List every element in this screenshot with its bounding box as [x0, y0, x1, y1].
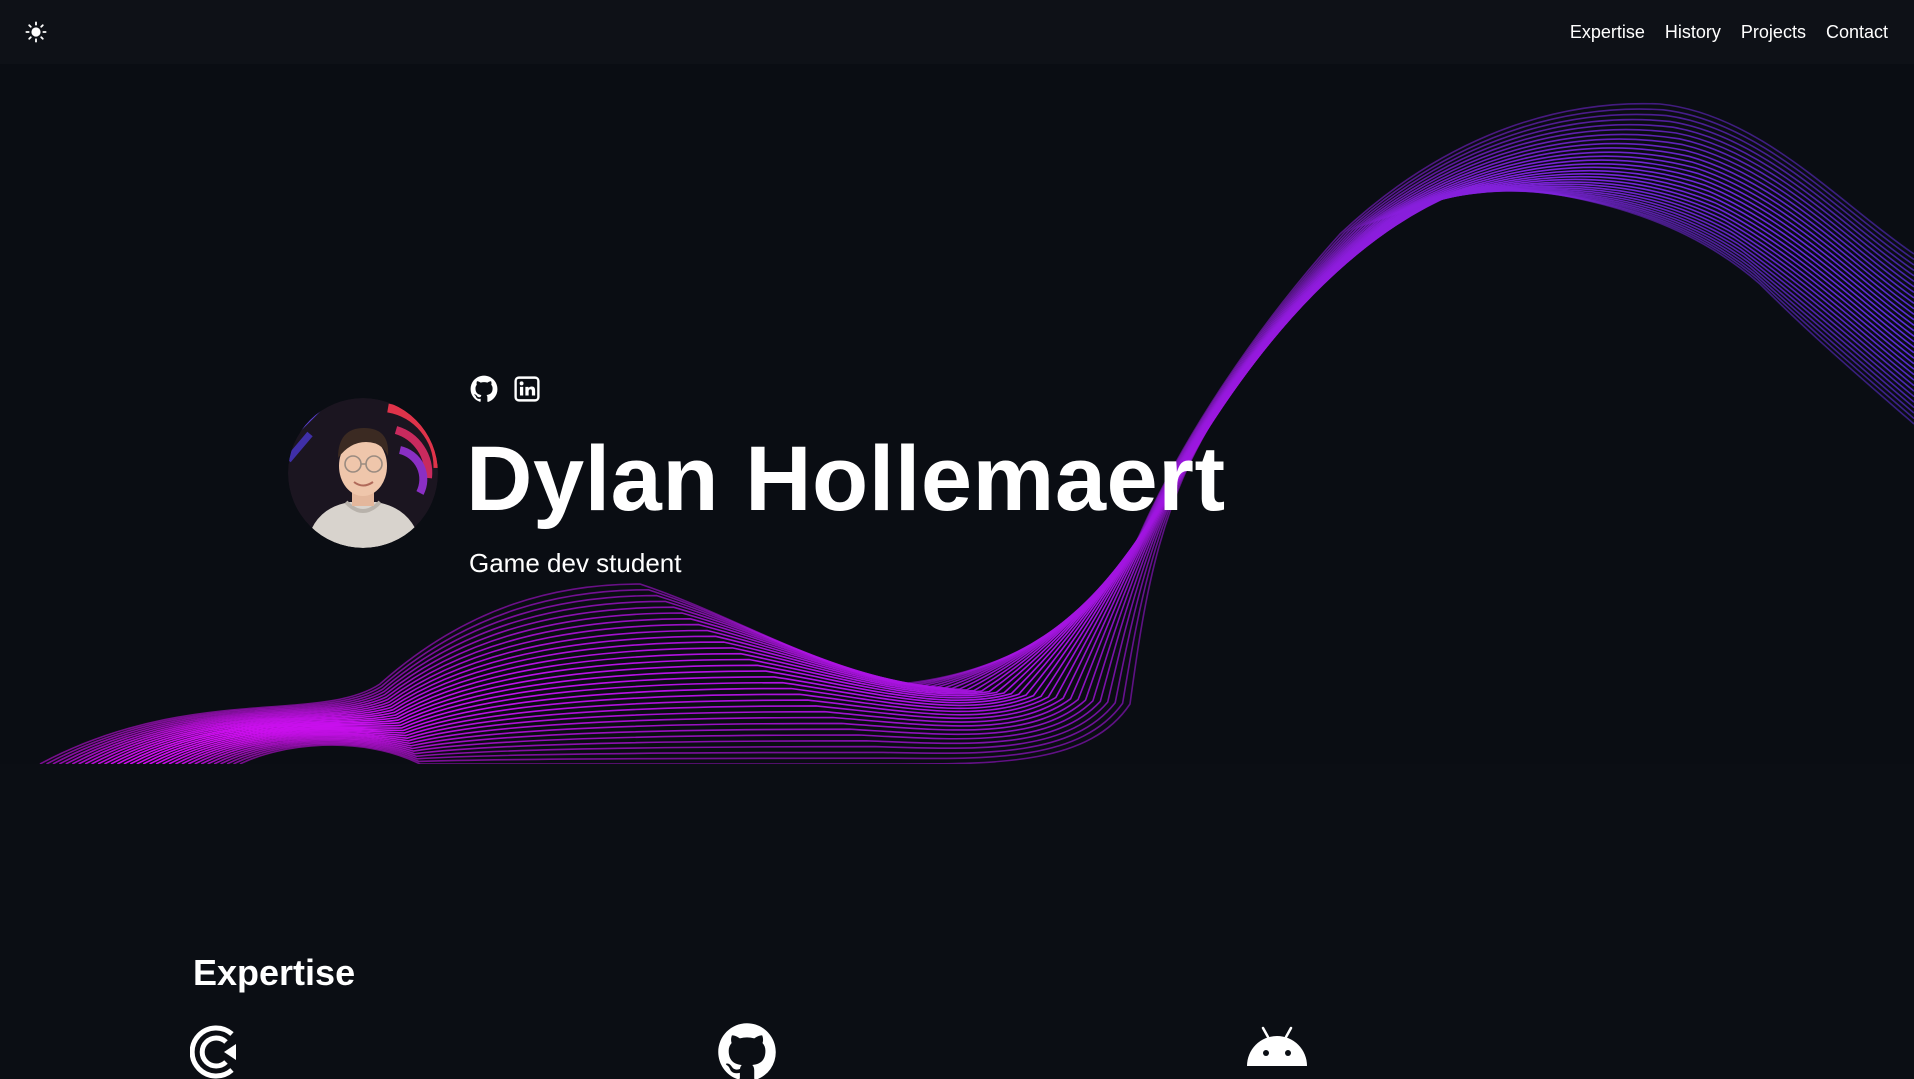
hero-name: Dylan Hollemaert [466, 428, 1226, 530]
nav-link-history[interactable]: History [1665, 20, 1721, 45]
github-icon [470, 375, 498, 402]
profile-avatar [288, 398, 438, 548]
theme-toggle-button[interactable] [18, 14, 54, 50]
top-navbar: Expertise History Projects Contact [0, 0, 1914, 64]
nav-link-contact[interactable]: Contact [1826, 20, 1888, 45]
linkedin-link[interactable] [512, 374, 542, 404]
hero-section: Dylan Hollemaert Game dev student [0, 64, 1914, 764]
social-links [469, 374, 542, 404]
nav-link-expertise[interactable]: Expertise [1570, 20, 1645, 45]
linkedin-icon [514, 376, 540, 402]
expertise-title: Expertise [193, 952, 356, 993]
android-icon [1247, 1026, 1307, 1066]
github-icon [718, 1023, 776, 1079]
github-link[interactable] [469, 374, 499, 404]
nav-link-projects[interactable]: Projects [1741, 20, 1806, 45]
hero-wave-background [39, 102, 1914, 764]
hero-subtitle: Game dev student [469, 548, 682, 578]
unity-icon [190, 1025, 236, 1079]
sun-icon [25, 21, 47, 43]
page: Expertise History Projects Contact Dylan… [0, 0, 1914, 1079]
nav-links: Expertise History Projects Contact [1570, 0, 1888, 64]
profile-photo [288, 398, 438, 548]
